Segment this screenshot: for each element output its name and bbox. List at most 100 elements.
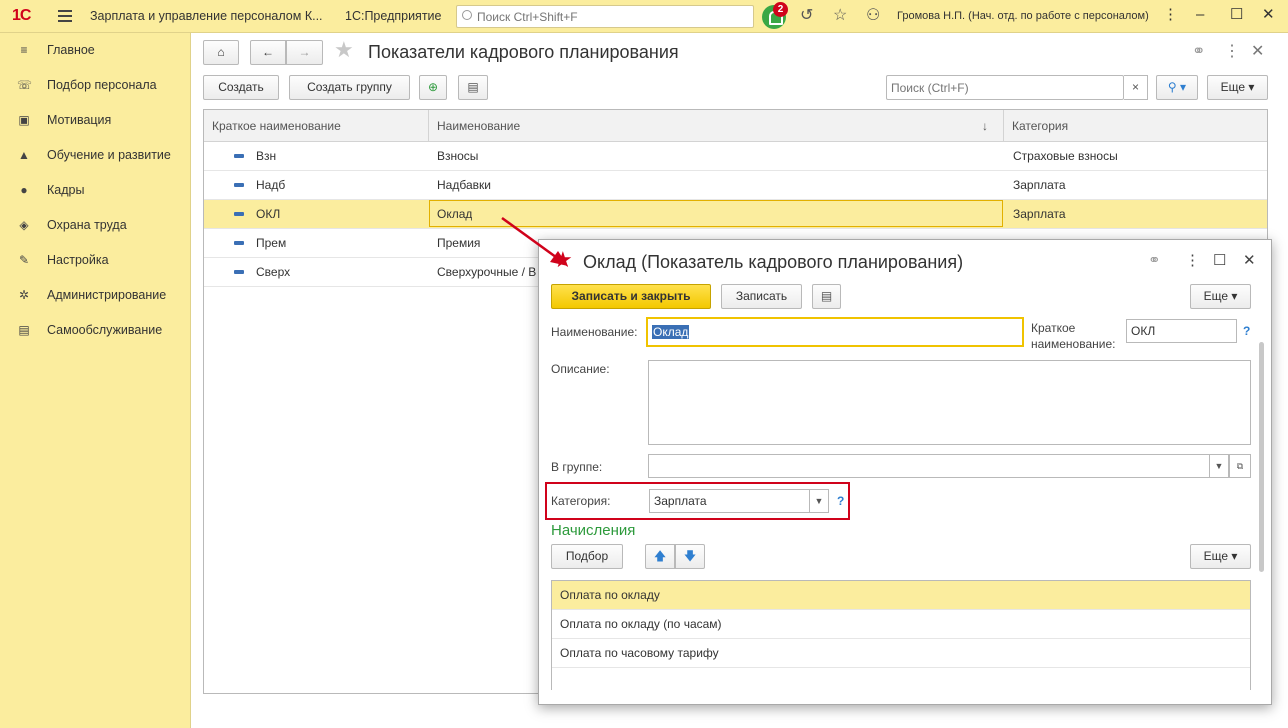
forward-button[interactable]: → — [286, 40, 323, 65]
platform-title: 1С:Предприятие — [345, 9, 442, 23]
cell-category: Зарплата — [1013, 207, 1066, 221]
more-label: Еще — [1203, 549, 1229, 563]
link-icon[interactable]: ⚭ — [1192, 43, 1205, 61]
category-field[interactable]: Зарплата — [649, 489, 811, 513]
logo[interactable]: 1С — [12, 7, 31, 25]
favorites-star-icon[interactable]: ☆ — [833, 7, 847, 25]
accruals-more-button[interactable]: Еще ▾ — [1190, 544, 1251, 569]
copy-button[interactable]: ⊕ — [419, 75, 447, 100]
sidebar-item-label: Настройка — [47, 253, 109, 267]
table-row-selected[interactable]: ОКЛ Оклад Зарплата — [204, 200, 1267, 229]
sidebar-item-label: Мотивация — [47, 113, 112, 127]
search-options-button[interactable]: ⚲ ▾ — [1156, 75, 1198, 100]
help-icon[interactable]: ? — [837, 494, 844, 508]
table-row[interactable]: Надб Надбавки Зарплата — [204, 171, 1267, 200]
sidebar-item-recruiting[interactable]: ☏ Подбор персонала — [0, 73, 191, 97]
user-name[interactable]: Громова Н.П. (Нач. отд. по работе с перс… — [897, 10, 1149, 22]
home-button[interactable]: ⌂ — [203, 40, 239, 65]
maximize-icon[interactable]: ☐ — [1213, 252, 1226, 270]
create-button[interactable]: Создать — [203, 75, 279, 100]
sidebar-item-motivation[interactable]: ▣ Мотивация — [0, 108, 191, 132]
sidebar-item-main[interactable]: ≡ Главное — [0, 38, 191, 62]
more-button[interactable]: Еще ▾ — [1207, 75, 1268, 100]
close-icon[interactable]: ✕ — [1262, 6, 1275, 24]
user-icon[interactable]: ⚇ — [866, 7, 880, 25]
list-item[interactable]: Оплата по окладу (по часам) — [552, 610, 1250, 639]
pick-button[interactable]: Подбор — [551, 544, 623, 569]
home-icon: ⌂ — [217, 45, 225, 59]
arrow-left-icon: ← — [262, 45, 274, 59]
element-icon — [234, 183, 244, 187]
global-search-input[interactable] — [456, 5, 754, 28]
page-title: Показатели кадрового планирования — [368, 42, 679, 62]
list-search-input[interactable] — [886, 75, 1124, 100]
sidebar-item-personnel[interactable]: ● Кадры — [0, 178, 191, 202]
sidebar-item-safety[interactable]: ◈ Охрана труда — [0, 213, 191, 237]
search-dropdown-icon: ⚲ ▾ — [1167, 80, 1187, 94]
chevron-down-icon: ▼ — [814, 496, 824, 506]
history-icon[interactable]: ↺ — [800, 7, 813, 25]
cell-name: Оклад — [437, 207, 473, 221]
save-button[interactable]: Записать — [721, 284, 802, 309]
sidebar-item-settings[interactable]: ✎ Настройка — [0, 248, 191, 272]
cell-name: Надбавки — [437, 178, 491, 192]
table-row[interactable]: Взн Взносы Страховые взносы — [204, 142, 1267, 171]
close-icon[interactable]: ✕ — [1251, 43, 1264, 61]
category-dropdown-button[interactable]: ▼ — [809, 489, 829, 513]
more-vertical-icon[interactable]: ⋮ — [1185, 252, 1200, 270]
back-button[interactable]: ← — [250, 40, 286, 65]
top-bar: 1С Зарплата и управление персоналом К...… — [0, 0, 1288, 33]
more-vertical-icon[interactable]: ⋮ — [1163, 6, 1178, 24]
chevron-down-icon: ▼ — [1214, 461, 1224, 471]
more-button[interactable]: Еще ▾ — [1190, 284, 1251, 309]
move-down-button[interactable]: 🡇 — [675, 544, 705, 569]
favorite-star-icon[interactable]: ★ — [334, 38, 354, 62]
help-icon[interactable]: ? — [1243, 324, 1250, 338]
save-and-close-button[interactable]: Записать и закрыть — [551, 284, 711, 309]
link-icon[interactable]: ⚭ — [1148, 252, 1161, 270]
cell-short: ОКЛ — [256, 207, 281, 221]
group-dropdown-button[interactable]: ▼ — [1209, 454, 1229, 478]
cell-short: Надб — [256, 178, 286, 192]
favorite-star-icon[interactable]: ★ — [553, 248, 573, 272]
maximize-icon[interactable]: ☐ — [1230, 6, 1243, 24]
list-item[interactable]: Оплата по часовому тарифу — [552, 639, 1250, 668]
sidebar-item-self-service[interactable]: ▤ Самообслуживание — [0, 318, 191, 342]
name-field[interactable]: Оклад — [646, 317, 1024, 347]
element-icon — [234, 154, 244, 158]
cell-short: Сверх — [256, 265, 291, 279]
menu-lines-icon: ≡ — [20, 43, 28, 57]
close-icon[interactable]: ✕ — [1243, 252, 1256, 270]
hamburger-menu-icon[interactable] — [58, 10, 72, 22]
dialog-scrollbar[interactable] — [1258, 338, 1265, 668]
more-vertical-icon[interactable]: ⋮ — [1224, 43, 1240, 61]
short-name-field[interactable]: ОКЛ — [1126, 319, 1237, 343]
scrollbar-thumb[interactable] — [1259, 342, 1264, 572]
sidebar-item-training[interactable]: ▲ Обучение и развитие — [0, 143, 191, 167]
accruals-list[interactable]: Оплата по окладу Оплата по окладу (по ча… — [551, 580, 1251, 690]
column-header-name[interactable]: Наименование ↓ — [429, 110, 1004, 142]
clear-search-button[interactable]: × — [1124, 75, 1148, 100]
report-button[interactable]: ▤ — [812, 284, 841, 309]
create-group-button[interactable]: Создать группу — [289, 75, 410, 100]
sidebar-item-label: Подбор персонала — [47, 78, 157, 92]
minimize-icon[interactable]: – — [1196, 6, 1204, 24]
description-label: Описание: — [551, 362, 610, 376]
sidebar-item-administration[interactable]: ✲ Администрирование — [0, 283, 191, 307]
column-header-category[interactable]: Категория — [1004, 110, 1267, 142]
list-item-selected[interactable]: Оплата по окладу — [552, 581, 1250, 610]
arrow-up-icon: 🡅 — [653, 549, 667, 563]
description-field[interactable] — [648, 360, 1251, 445]
list-item-text: Оплата по окладу (по часам) — [560, 617, 722, 631]
sidebar-item-label: Самообслуживание — [47, 323, 163, 337]
group-field[interactable] — [648, 454, 1210, 478]
group-open-button[interactable]: ⧉ — [1229, 454, 1251, 478]
element-icon — [234, 241, 244, 245]
accruals-section-title: Начисления — [551, 522, 636, 539]
column-header-short-name[interactable]: Краткое наименование — [204, 110, 429, 142]
cell-name: Премия — [437, 236, 481, 250]
sidebar: ≡ Главное ☏ Подбор персонала ▣ Мотивация… — [0, 33, 191, 728]
report-button[interactable]: ▤ — [458, 75, 488, 100]
group-label: В группе: — [551, 460, 603, 474]
move-up-button[interactable]: 🡅 — [645, 544, 675, 569]
